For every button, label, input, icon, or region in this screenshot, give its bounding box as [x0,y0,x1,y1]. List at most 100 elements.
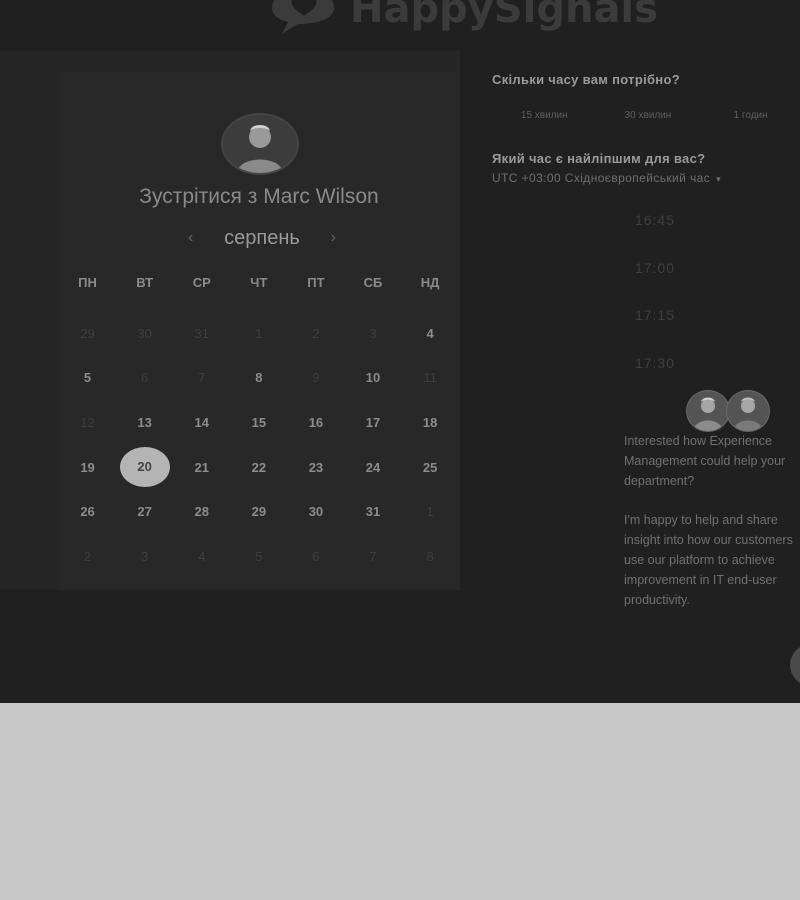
timezone-selector[interactable]: UTC +03:00 Східноєвропейський час ▾ [492,171,800,185]
calendar-day: 5 [230,549,287,564]
calendar-day-number: 2 [312,325,320,341]
calendar-day-number: 12 [80,414,95,430]
promo-text: Interested how Experience Management cou… [624,432,800,630]
calendar-day: 29 [59,326,116,341]
duration-options: 15 хвилин 30 хвилин 1 годин [492,101,800,131]
avatar [686,390,730,432]
calendar-day: 12 [59,415,116,430]
calendar-day-number: 20 [119,447,170,488]
calendar-day[interactable]: 27 [116,504,173,519]
avatar [726,390,770,432]
calendar-day[interactable]: 26 [59,504,116,519]
calendar-day[interactable]: 13 [116,415,173,430]
meeting-title: Зустрітися з Marc Wilson [139,185,379,208]
duration-question: Скільки часу вам потрібно? [492,72,680,87]
calendar-day: 8 [402,549,459,564]
time-slot[interactable]: 17:15 [560,307,750,355]
timezone-label: UTC +03:00 Східноєвропейський час [492,171,711,185]
calendar-week-row: 12 13 14 15 16 17 18 [59,400,459,445]
calendar-day-number: 1 [426,504,434,520]
brand-name: HappySignals [350,0,658,32]
weekday-label: НД [420,274,440,290]
calendar-day[interactable]: 10 [344,370,401,385]
calendar-day-selected[interactable]: 20 [116,447,173,488]
calendar-day-number: 3 [369,325,377,341]
calendar-day[interactable]: 4 [402,326,459,341]
calendar-day-number: 18 [422,414,438,430]
time-slot[interactable]: 16:45 [560,212,750,260]
brand-logo: HappySignals [268,0,668,36]
calendar-weeks: 29 30 31 1 2 3 4 5 6 7 8 9 10 11 12 13 14 15 16 17 18 19 20 21 2… [59,311,459,579]
calendar-day-number: 1 [255,325,263,341]
calendar-day[interactable]: 21 [173,460,230,475]
calendar-day[interactable]: 17 [344,415,401,430]
calendar-day[interactable]: 24 [344,460,401,475]
calendar-week-row: 19 20 21 22 23 24 25 [59,445,459,490]
calendar-day[interactable]: 19 [59,460,116,475]
month-navigation: ‹ серпень › [188,224,336,252]
duration-option-30[interactable]: 30 хвилин [597,101,700,131]
chevron-down-icon: ▾ [716,174,722,184]
calendar-day[interactable]: 22 [230,460,287,475]
calendar-day-number: 6 [141,370,149,386]
calendar-week-row: 26 27 28 29 30 31 1 [59,489,459,534]
calendar-day: 9 [287,370,344,385]
calendar-day: 6 [116,370,173,385]
calendar-day: 3 [116,549,173,564]
calendar-day-number: 19 [80,459,95,475]
duration-option-15[interactable]: 15 хвилин [492,101,597,131]
calendar-day-number: 28 [194,504,209,520]
chevron-left-icon[interactable]: ‹ [188,229,193,247]
calendar-day[interactable]: 28 [173,504,230,519]
calendar-day-number: 26 [80,504,95,520]
calendar-day[interactable]: 8 [230,370,287,385]
time-slot-list: 16:45 17:00 17:15 17:30 [560,212,750,402]
calendar-day[interactable]: 15 [230,415,287,430]
calendar-day-number: 14 [194,414,209,430]
calendar-day: 2 [287,326,344,341]
calendar-day-number: 8 [255,370,263,386]
chat-launcher-button[interactable] [790,644,800,686]
calendar-day[interactable]: 29 [230,504,287,519]
calendar-day[interactable]: 23 [287,460,344,475]
calendar-week-row: 29 30 31 1 2 3 4 [59,311,459,356]
calendar-day[interactable]: 5 [59,370,116,385]
calendar-day-number: 29 [80,325,95,341]
calendar-day: 7 [173,370,230,385]
calendar-day[interactable]: 25 [402,460,459,475]
calendar-day-number: 31 [194,325,209,341]
calendar-day[interactable]: 16 [287,415,344,430]
calendar-day-number: 30 [137,325,152,341]
weekday-label: ПН [78,274,97,290]
chevron-right-icon[interactable]: › [331,229,336,247]
calendar-day-number: 17 [365,414,381,430]
calendar-day[interactable]: 30 [287,504,344,519]
calendar-day-number: 4 [198,548,206,564]
calendar-grid: ПН ВТ СР ЧТ ПТ СБ НД 29 30 31 1 2 3 4 5 6 7 8 9 10 11… [59,268,459,579]
calendar-day[interactable]: 14 [173,415,230,430]
weekday-label: ЧТ [250,274,268,290]
speech-bubble-heart-icon [268,0,340,36]
promo-paragraph: I'm happy to help and share insight into… [624,513,793,607]
calendar-day-number: 10 [365,370,381,386]
calendar-day-number: 27 [137,504,152,520]
duration-option-60[interactable]: 1 годин [699,101,800,131]
calendar-day[interactable]: 18 [402,415,459,430]
calendar-day-number: 15 [251,414,267,430]
calendar-day[interactable]: 31 [344,504,401,519]
calendar-day-number: 22 [251,459,267,475]
calendar-day-number: 5 [83,370,92,386]
calendar-day-number: 11 [423,370,437,386]
time-slot[interactable]: 17:00 [560,260,750,308]
month-label: серпень [224,226,300,249]
calendar-day-number: 7 [198,370,206,386]
weekday-label: ВТ [136,274,154,290]
calendar-day: 3 [344,326,401,341]
calendar-day-number: 23 [308,459,324,475]
calendar-day: 11 [402,370,459,385]
calendar-day-number: 31 [365,504,381,520]
calendar-day-number: 6 [312,548,320,564]
team-avatars [686,390,776,432]
calendar-day-number: 7 [369,548,377,564]
calendar-day-number: 5 [255,548,263,564]
